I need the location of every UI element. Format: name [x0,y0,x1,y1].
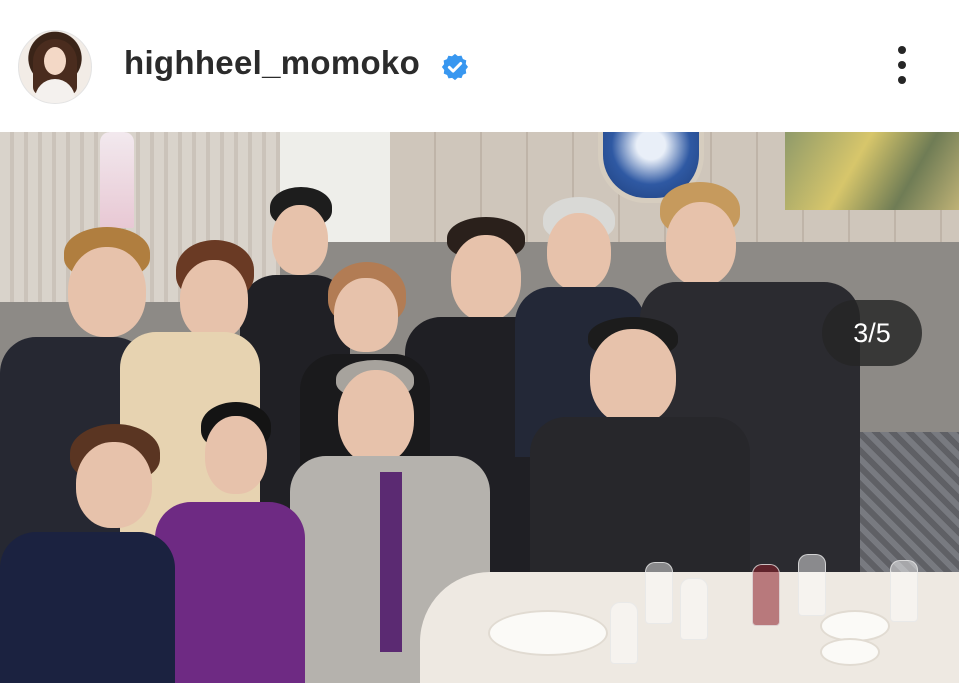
username[interactable]: highheel_momoko [124,44,420,82]
person-front-purple-dress [155,402,305,683]
wine-glass [752,564,780,626]
verified-badge-icon [441,53,468,81]
wine-glass [890,560,918,622]
plate [820,610,890,642]
profile-avatar[interactable] [18,30,92,104]
wine-glass [798,554,826,616]
person-front-left-navy [0,424,175,683]
post-header: highheel_momoko [0,0,959,132]
post-photo[interactable]: 3/5 [0,132,959,683]
wine-glass [680,578,708,640]
carousel-counter: 3/5 [822,300,922,366]
more-options-icon[interactable] [884,42,920,88]
avatar-face [44,47,66,75]
bottom-divider [0,683,959,689]
wedding-cake [100,132,134,228]
wine-glass [610,602,638,664]
plate [820,638,880,666]
wine-glass [645,562,673,624]
plate [488,610,608,656]
